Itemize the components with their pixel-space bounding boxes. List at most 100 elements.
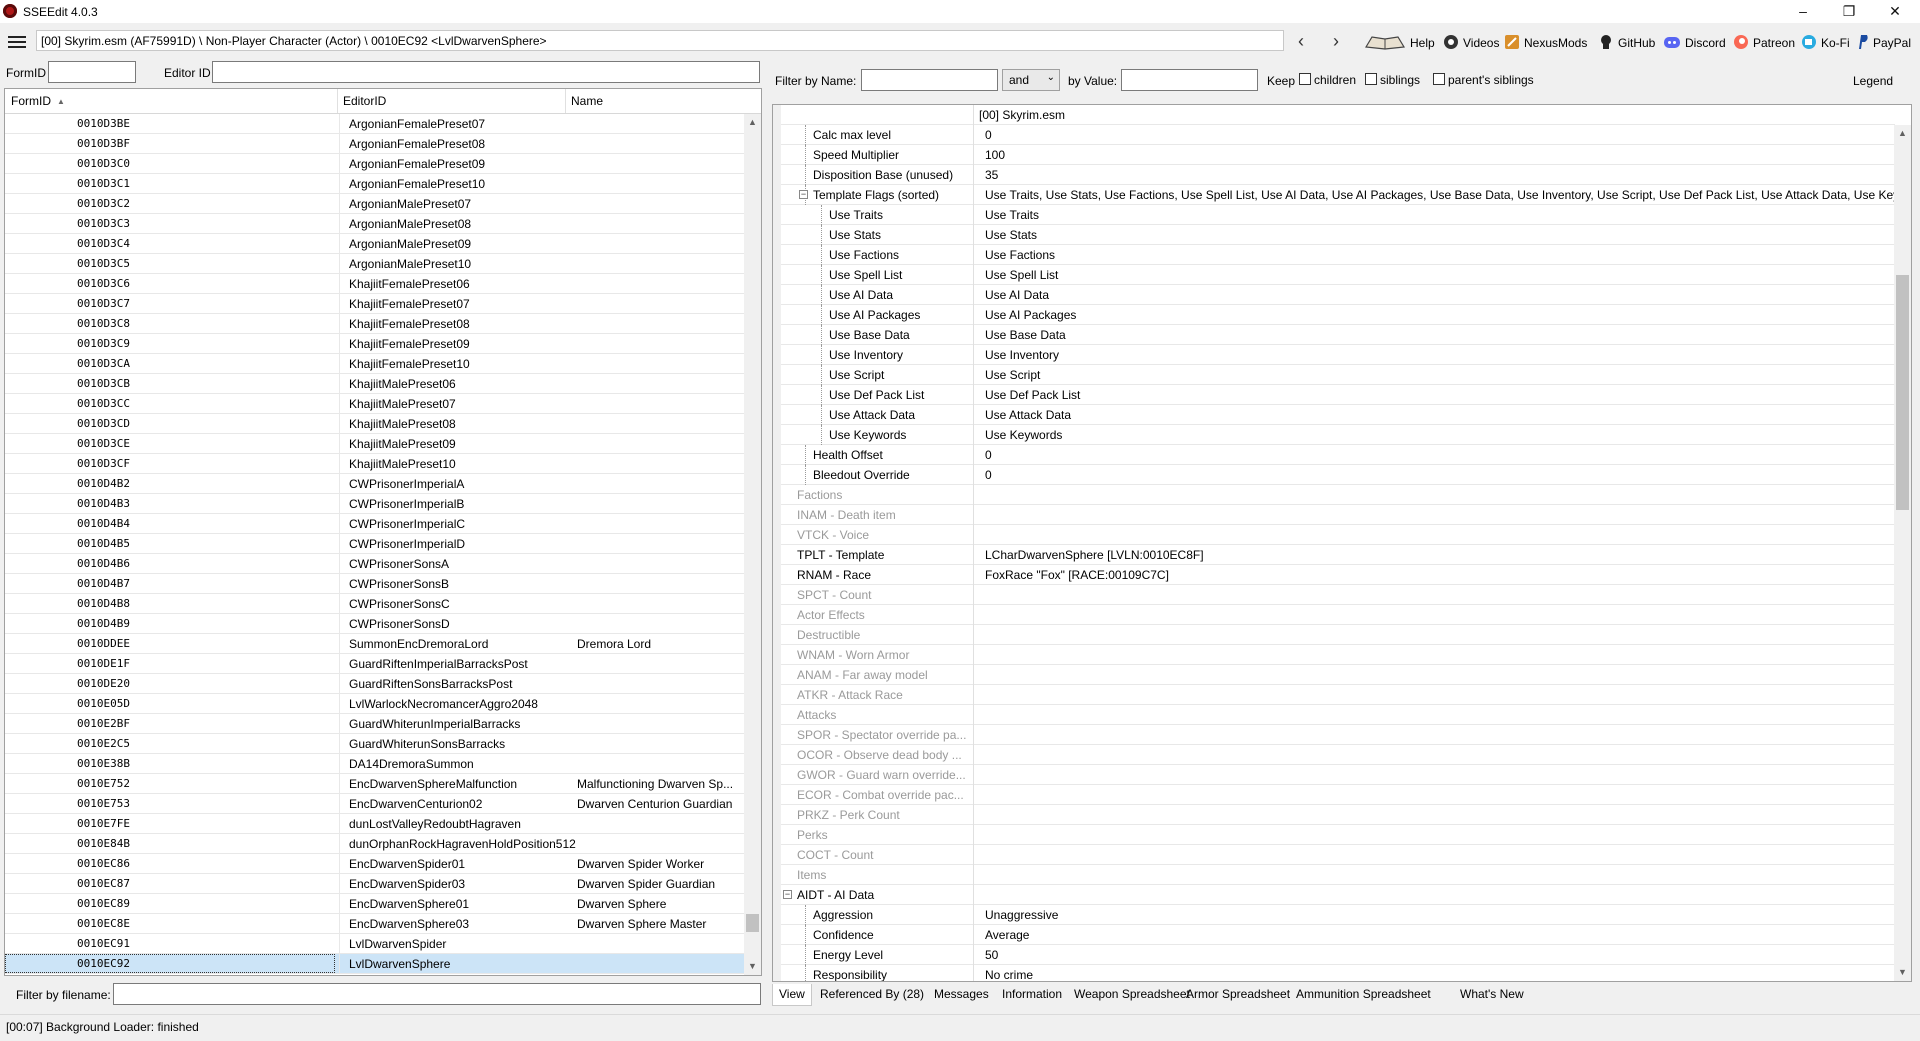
left-scrollbar[interactable]: ▲ ▼ [744, 114, 761, 975]
table-row[interactable]: 0010E752 EncDwarvenSphereMalfunction Malfu… [5, 774, 745, 794]
table-row[interactable]: 0010D3C3 ArgonianMalePreset08 [5, 214, 745, 234]
field-row[interactable]: ECOR - Combat override pac... [773, 785, 1895, 805]
field-row[interactable]: [00] Skyrim.esm [773, 105, 1895, 125]
parents-siblings-checkbox[interactable] [1433, 73, 1445, 85]
field-row[interactable]: ANAM - Far away model [773, 665, 1895, 685]
field-row[interactable]: Use Traits Use Traits [773, 205, 1895, 225]
tab-messages[interactable]: Messages [928, 984, 995, 1006]
table-row[interactable]: 0010EC8E EncDwarvenSphere03 Dwarven Sphere… [5, 914, 745, 934]
filter-by-name-input[interactable] [861, 69, 998, 91]
field-row[interactable]: Items [773, 865, 1895, 885]
table-row[interactable]: 0010EC92 LvlDwarvenSphere [5, 954, 745, 974]
field-row[interactable]: COCT - Count [773, 845, 1895, 865]
table-row[interactable]: 0010DDEE SummonEncDremoraLord Dremora Lord [5, 634, 745, 654]
siblings-checkbox[interactable] [1365, 73, 1377, 85]
table-row[interactable]: 0010D4B2 CWPrisonerImperialA [5, 474, 745, 494]
table-row[interactable]: 0010D4B8 CWPrisonerSonsC [5, 594, 745, 614]
table-row[interactable]: 0010D3CE KhajiitMalePreset09 [5, 434, 745, 454]
field-row[interactable]: PRKZ - Perk Count [773, 805, 1895, 825]
field-row[interactable]: Calc max level 0 [773, 125, 1895, 145]
table-row[interactable]: 0010D4B3 CWPrisonerImperialB [5, 494, 745, 514]
table-row[interactable]: 0010D3BE ArgonianFemalePreset07 [5, 114, 745, 134]
table-row[interactable]: 0010D4B6 CWPrisonerSonsA [5, 554, 745, 574]
table-row[interactable]: 0010EC89 EncDwarvenSphere01 Dwarven Sphere [5, 894, 745, 914]
field-row[interactable]: Actor Effects [773, 605, 1895, 625]
table-row[interactable]: 0010D3CB KhajiitMalePreset06 [5, 374, 745, 394]
legend-button[interactable]: Legend [1853, 74, 1893, 88]
table-row[interactable]: 0010D3BF ArgonianFemalePreset08 [5, 134, 745, 154]
children-checkbox[interactable] [1299, 73, 1311, 85]
field-row[interactable]: VTCK - Voice [773, 525, 1895, 545]
field-row[interactable]: Disposition Base (unused) 35 [773, 165, 1895, 185]
field-row[interactable]: OCOR - Observe dead body ... [773, 745, 1895, 765]
table-row[interactable]: 0010D3CA KhajiitFemalePreset10 [5, 354, 745, 374]
field-row[interactable]: Perks [773, 825, 1895, 845]
table-row[interactable]: 0010D4B5 CWPrisonerImperialD [5, 534, 745, 554]
table-row[interactable]: 0010D3C2 ArgonianMalePreset07 [5, 194, 745, 214]
scroll-thumb[interactable] [746, 914, 759, 932]
table-row[interactable]: 0010D3C7 KhajiitFemalePreset07 [5, 294, 745, 314]
field-row[interactable]: Use Factions Use Factions [773, 245, 1895, 265]
field-row[interactable]: − AIDT - AI Data [773, 885, 1895, 905]
nexusmods-link[interactable]: NexusMods [1504, 34, 1587, 53]
collapse-toggle-icon[interactable]: − [799, 190, 808, 199]
table-row[interactable]: 0010DE20 GuardRiftenSonsBarracksPost [5, 674, 745, 694]
table-row[interactable]: 0010D3CC KhajiitMalePreset07 [5, 394, 745, 414]
table-row[interactable]: 0010D3C8 KhajiitFemalePreset08 [5, 314, 745, 334]
field-row[interactable]: Aggression Unaggressive [773, 905, 1895, 925]
field-row[interactable]: − Template Flags (sorted) Use Traits, Use … [773, 185, 1911, 205]
field-row[interactable]: ATKR - Attack Race [773, 685, 1895, 705]
field-row[interactable]: Use Def Pack List Use Def Pack List [773, 385, 1895, 405]
field-row[interactable]: Use Spell List Use Spell List [773, 265, 1895, 285]
table-row[interactable]: 0010E05D LvlWarlockNecromancerAggro2048 [5, 694, 745, 714]
menu-icon[interactable] [8, 36, 26, 50]
column-name[interactable]: Name [571, 94, 603, 108]
discord-link[interactable]: Discord [1663, 34, 1726, 53]
table-row[interactable]: 0010E84B dunOrphanRockHagravenHoldPositio… [5, 834, 745, 854]
tab-information[interactable]: Information [996, 984, 1068, 1006]
field-row[interactable]: Use Keywords Use Keywords [773, 425, 1895, 445]
videos-link[interactable]: Videos [1443, 34, 1499, 53]
field-row[interactable]: WNAM - Worn Armor [773, 645, 1895, 665]
table-row[interactable]: 0010D4B4 CWPrisonerImperialC [5, 514, 745, 534]
field-row[interactable]: Use AI Packages Use AI Packages [773, 305, 1895, 325]
by-value-input[interactable] [1121, 69, 1258, 91]
minimize-button[interactable]: – [1780, 0, 1826, 23]
tab-referenced-by-28[interactable]: Referenced By (28) [814, 984, 930, 1006]
table-row[interactable]: 0010D3CD KhajiitMalePreset08 [5, 414, 745, 434]
table-row[interactable]: 0010EC87 EncDwarvenSpider03 Dwarven Spider… [5, 874, 745, 894]
table-row[interactable]: 0010D4B9 CWPrisonerSonsD [5, 614, 745, 634]
table-row[interactable]: 0010E753 EncDwarvenCenturion02 Dwarven Cen… [5, 794, 745, 814]
kofi-link[interactable]: Ko-Fi [1801, 34, 1850, 53]
field-row[interactable]: Speed Multiplier 100 [773, 145, 1895, 165]
table-row[interactable]: 0010EC91 LvlDwarvenSpider [5, 934, 745, 954]
table-row[interactable]: 0010D3C5 ArgonianMalePreset10 [5, 254, 745, 274]
field-row[interactable]: SPCT - Count [773, 585, 1895, 605]
maximize-button[interactable]: ❐ [1826, 0, 1872, 23]
tab-view[interactable]: View [772, 984, 812, 1006]
scroll-down-icon[interactable]: ▼ [1894, 964, 1911, 981]
help-link[interactable]: Help [1364, 34, 1435, 53]
field-row[interactable]: TPLT - Template LCharDwarvenSphere [LVLN:… [773, 545, 1895, 565]
back-button[interactable]: ‹ [1298, 32, 1304, 50]
table-row[interactable]: 0010D3C1 ArgonianFemalePreset10 [5, 174, 745, 194]
field-row[interactable]: Use Base Data Use Base Data [773, 325, 1895, 345]
tab-what-s-new[interactable]: What's New [1454, 984, 1530, 1006]
field-row[interactable]: Factions [773, 485, 1895, 505]
collapse-toggle-icon[interactable]: − [783, 890, 792, 899]
table-row[interactable]: 0010D4B7 CWPrisonerSonsB [5, 574, 745, 594]
scroll-up-icon[interactable]: ▲ [744, 114, 761, 131]
paypal-link[interactable]: PayPal [1857, 34, 1911, 53]
field-row[interactable]: Bleedout Override 0 [773, 465, 1895, 485]
field-row[interactable]: RNAM - Race FoxRace "Fox" [RACE:00109C7C] [773, 565, 1895, 585]
table-row[interactable]: 0010D3C9 KhajiitFemalePreset09 [5, 334, 745, 354]
scroll-down-icon[interactable]: ▼ [744, 958, 761, 975]
field-row[interactable]: Attacks [773, 705, 1895, 725]
filename-filter-input[interactable] [113, 983, 761, 1005]
field-row[interactable]: Confidence Average [773, 925, 1895, 945]
field-row[interactable]: Energy Level 50 [773, 945, 1895, 965]
field-row[interactable]: Destructible [773, 625, 1895, 645]
field-row[interactable]: INAM - Death item [773, 505, 1895, 525]
table-row[interactable]: 0010D3C6 KhajiitFemalePreset06 [5, 274, 745, 294]
column-editorid[interactable]: EditorID [343, 94, 386, 108]
